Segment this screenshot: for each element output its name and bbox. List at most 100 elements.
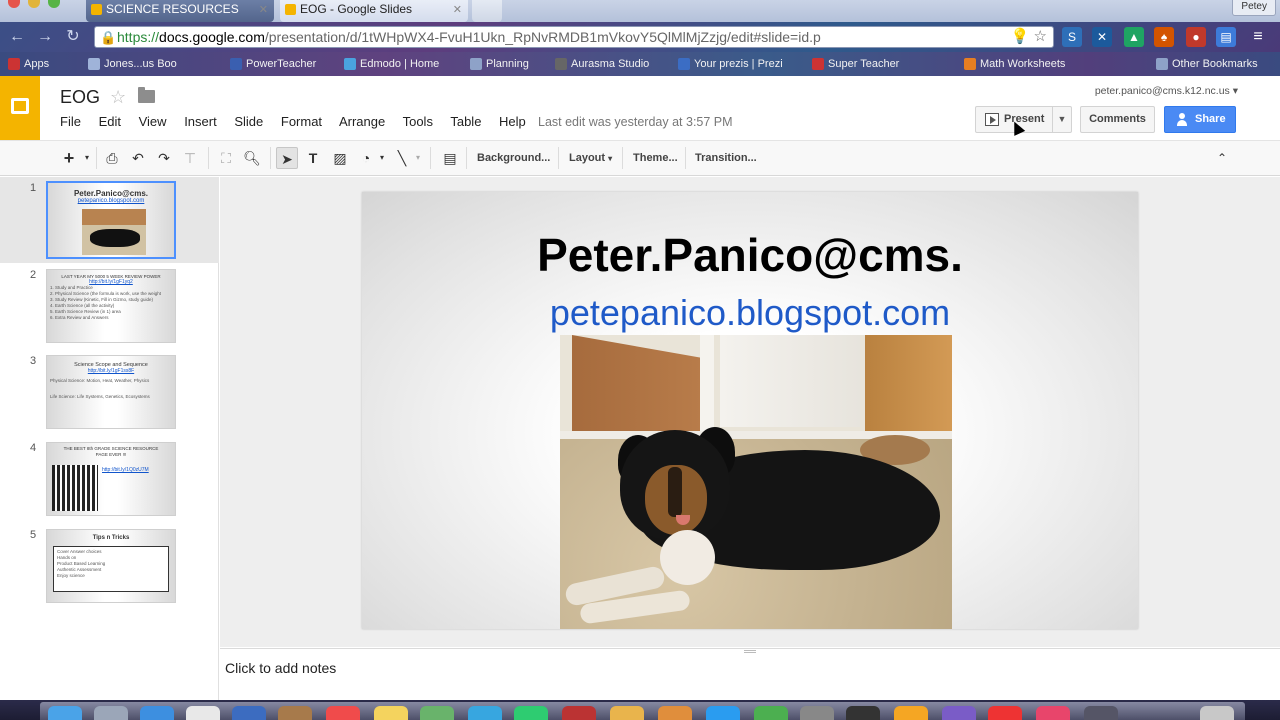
menu-view[interactable]: View: [139, 114, 167, 129]
collapse-menu-icon[interactable]: ⌃: [1212, 147, 1232, 169]
menu-table[interactable]: Table: [450, 114, 481, 129]
undo-icon[interactable]: ↶: [128, 147, 148, 169]
app-icon[interactable]: [562, 706, 596, 720]
dog-photo[interactable]: [560, 335, 952, 629]
present-options-dropdown[interactable]: ▼: [1052, 106, 1072, 133]
bookmark-super-teacher[interactable]: Super Teacher: [812, 56, 899, 72]
slide-title[interactable]: Peter.Panico@cms.: [362, 228, 1138, 282]
app-icon[interactable]: [1084, 706, 1118, 720]
slide-thumbnail-5[interactable]: Tips n Tricks Cover Answer choices Hands…: [46, 529, 176, 603]
slide-link[interactable]: petepanico.blogspot.com: [362, 292, 1138, 334]
back-icon[interactable]: ←: [8, 28, 26, 46]
bookmark-aurasma[interactable]: Aurasma Studio: [555, 56, 649, 72]
comment-icon[interactable]: ▤: [440, 147, 460, 169]
close-tab-icon[interactable]: ✕: [259, 3, 268, 16]
bookmark-math-worksheets[interactable]: Math Worksheets: [964, 56, 1065, 72]
menu-help[interactable]: Help: [499, 114, 526, 129]
safari-icon[interactable]: [140, 706, 174, 720]
finder-icon[interactable]: [48, 706, 82, 720]
menu-insert[interactable]: Insert: [184, 114, 217, 129]
app-icon[interactable]: [514, 706, 548, 720]
forward-icon[interactable]: →: [36, 28, 54, 46]
tab-eog-slides[interactable]: EOG - Google Slides ✕: [280, 0, 468, 22]
slide-thumbnail-4[interactable]: THE BEST 8th GRADE SCIENCE RESOURCE PAGE…: [46, 442, 176, 516]
bookmark-jones[interactable]: Jones...us Boo: [88, 56, 177, 72]
share-button[interactable]: Share: [1164, 106, 1236, 133]
tab-science-resources[interactable]: SCIENCE RESOURCES ✕: [86, 0, 274, 22]
resize-handle[interactable]: [744, 650, 756, 653]
extension-x-icon[interactable]: ✕: [1092, 27, 1112, 47]
current-slide[interactable]: Peter.Panico@cms. petepanico.blogspot.co…: [362, 192, 1138, 629]
bookmark-star-icon[interactable]: ☆: [1034, 28, 1047, 45]
photos-icon[interactable]: [610, 706, 644, 720]
slide-thumbnail-2[interactable]: LAST YEAR MY 5000 5 WEEK REVIEW POWER ht…: [46, 269, 176, 343]
new-slide-dropdown-icon[interactable]: ▾: [82, 147, 92, 169]
bookmark-edmodo[interactable]: Edmodo | Home: [344, 56, 439, 72]
zoom-fit-icon[interactable]: ⛶: [216, 147, 236, 169]
layout-button[interactable]: Layout ▾: [569, 147, 612, 169]
bookmark-prezi[interactable]: Your prezis | Prezi: [678, 56, 783, 72]
bookmark-other[interactable]: Other Bookmarks: [1156, 56, 1258, 72]
menu-format[interactable]: Format: [281, 114, 322, 129]
image-icon[interactable]: ▨: [330, 147, 350, 169]
calendar-icon[interactable]: [326, 706, 360, 720]
folder-icon[interactable]: [138, 87, 155, 103]
app-icon[interactable]: [942, 706, 976, 720]
slide-thumbnail-1[interactable]: Peter.Panico@cms. petepanico.blogspot.co…: [46, 181, 176, 259]
last-edit-link[interactable]: Last edit was yesterday at 3:57 PM: [538, 115, 733, 129]
url-bar[interactable]: 🔒 https://docs.google.com/presentation/d…: [94, 26, 1054, 48]
slide-thumbnail-3[interactable]: Science Scope and Sequence http://bit.ly…: [46, 355, 176, 429]
app-icon[interactable]: [800, 706, 834, 720]
music-icon[interactable]: [1036, 706, 1070, 720]
background-button[interactable]: Background...: [477, 147, 550, 169]
line-dropdown-icon[interactable]: ▾: [414, 147, 422, 169]
reload-icon[interactable]: ↻: [64, 28, 82, 46]
app-icon[interactable]: [846, 706, 880, 720]
menu-icon[interactable]: ≡: [1248, 27, 1268, 47]
paint-format-icon[interactable]: ⊤: [180, 147, 200, 169]
app-icon[interactable]: [754, 706, 788, 720]
comments-button[interactable]: Comments: [1080, 106, 1155, 133]
text-box-icon[interactable]: T: [303, 147, 323, 169]
zoom-window-icon[interactable]: [48, 0, 60, 8]
extension-s-icon[interactable]: S: [1062, 27, 1082, 47]
redo-icon[interactable]: ↷: [154, 147, 174, 169]
app-icon[interactable]: [420, 706, 454, 720]
new-tab-button[interactable]: [472, 0, 502, 22]
shape-dropdown-icon[interactable]: ▾: [378, 147, 386, 169]
user-email[interactable]: peter.panico@cms.k12.nc.us ▾: [1095, 85, 1238, 97]
close-window-icon[interactable]: [8, 0, 20, 8]
app-icon[interactable]: [232, 706, 266, 720]
trash-icon[interactable]: [1200, 706, 1234, 720]
new-slide-icon[interactable]: +: [60, 147, 78, 169]
extension-record-icon[interactable]: ●: [1186, 27, 1206, 47]
extension-leaf-icon[interactable]: ♠: [1154, 27, 1174, 47]
app-icon[interactable]: [988, 706, 1022, 720]
transition-button[interactable]: Transition...: [695, 147, 757, 169]
bookmark-planning[interactable]: Planning: [470, 56, 529, 72]
close-tab-icon[interactable]: ✕: [453, 3, 462, 16]
zoom-icon[interactable]: 🔍︎: [242, 147, 262, 169]
slides-logo-icon[interactable]: [0, 76, 40, 140]
app-icon[interactable]: [894, 706, 928, 720]
bookmark-apps[interactable]: Apps: [8, 56, 49, 72]
menu-tools[interactable]: Tools: [403, 114, 433, 129]
app-icon[interactable]: [658, 706, 692, 720]
app-icon[interactable]: [468, 706, 502, 720]
app-icon[interactable]: [278, 706, 312, 720]
notes-icon[interactable]: [374, 706, 408, 720]
print-icon[interactable]: ⎙: [102, 147, 122, 169]
speaker-notes[interactable]: Click to add notes: [220, 648, 1280, 700]
mail-icon[interactable]: [186, 706, 220, 720]
star-icon[interactable]: ☆: [110, 87, 126, 108]
minimize-window-icon[interactable]: [28, 0, 40, 8]
menu-edit[interactable]: Edit: [99, 114, 121, 129]
select-tool-icon[interactable]: ➤: [276, 147, 298, 169]
theme-button[interactable]: Theme...: [633, 147, 678, 169]
document-title[interactable]: EOG: [60, 87, 100, 108]
drive-extension-icon[interactable]: ▲: [1124, 27, 1144, 47]
bookmark-powerteacher[interactable]: PowerTeacher: [230, 56, 316, 72]
app-store-icon[interactable]: [706, 706, 740, 720]
lightbulb-icon[interactable]: 💡: [1011, 28, 1030, 45]
launchpad-icon[interactable]: [94, 706, 128, 720]
